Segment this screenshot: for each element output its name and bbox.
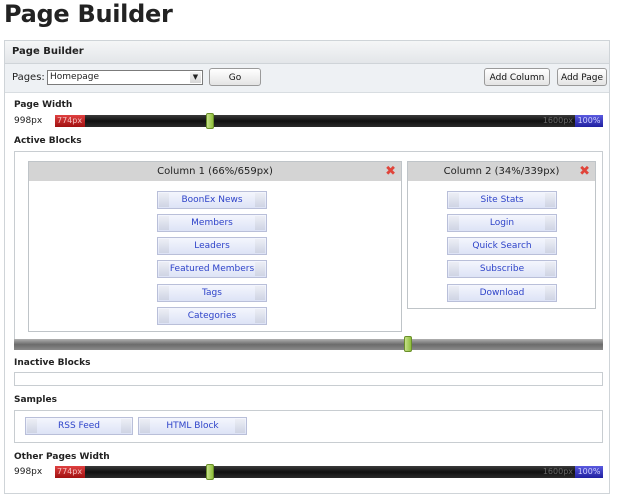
slider-max-pct-label: 100% <box>575 115 603 127</box>
toolbar: Pages: Homepage ▼ Go Add Column Add Page <box>5 64 609 93</box>
close-icon[interactable]: ✖ <box>385 162 396 181</box>
column-1[interactable]: Column 1 (66%/659px) ✖ BoonEx News Membe… <box>28 161 402 332</box>
other-pages-width-slider[interactable]: 774px 1600px 100% <box>55 464 603 480</box>
sample-html-block[interactable]: HTML Block <box>138 417 247 435</box>
column-1-title: Column 1 (66%/659px) <box>157 166 273 177</box>
go-button[interactable]: Go <box>209 68 261 86</box>
block-subscribe[interactable]: Subscribe <box>447 260 557 278</box>
other-pages-width-slider-handle[interactable] <box>206 464 214 480</box>
pages-select[interactable]: Homepage ▼ <box>47 70 203 85</box>
block-site-stats[interactable]: Site Stats <box>447 191 557 209</box>
block-leaders[interactable]: Leaders <box>157 237 267 255</box>
sample-rss-feed[interactable]: RSS Feed <box>25 417 133 435</box>
column-2[interactable]: Column 2 (34%/339px) ✖ Site Stats Login … <box>407 161 596 309</box>
block-login[interactable]: Login <box>447 214 557 232</box>
column-1-header: Column 1 (66%/659px) ✖ <box>29 162 401 181</box>
block-quick-search[interactable]: Quick Search <box>447 237 557 255</box>
page-width-slider-handle[interactable] <box>206 113 214 129</box>
page-width-label: Page Width <box>14 100 73 110</box>
page-width-slider[interactable]: 774px 1600px 100% <box>55 113 603 129</box>
slider-max-px-label: 1600px <box>542 467 573 476</box>
block-featured-members[interactable]: Featured Members <box>157 260 267 278</box>
samples-label: Samples <box>14 395 57 405</box>
column-2-header: Column 2 (34%/339px) ✖ <box>408 162 595 181</box>
column-width-divider[interactable] <box>14 336 603 352</box>
block-download[interactable]: Download <box>447 284 557 302</box>
page-width-value: 998px <box>14 116 43 126</box>
column-2-title: Column 2 (34%/339px) <box>443 166 560 177</box>
other-pages-width-value: 998px <box>14 467 43 477</box>
close-icon[interactable]: ✖ <box>579 162 590 181</box>
add-column-button[interactable]: Add Column <box>484 68 550 86</box>
page-title: Page Builder <box>4 0 173 28</box>
chevron-down-icon[interactable]: ▼ <box>190 72 201 83</box>
pages-label: Pages: <box>12 72 45 83</box>
other-pages-width-label: Other Pages Width <box>14 452 110 462</box>
block-tags[interactable]: Tags <box>157 284 267 302</box>
pages-select-value: Homepage <box>50 72 100 82</box>
add-page-button[interactable]: Add Page <box>557 68 607 86</box>
block-boonex-news[interactable]: BoonEx News <box>157 191 267 209</box>
slider-min-label: 774px <box>55 466 85 478</box>
active-blocks-area: Column 1 (66%/659px) ✖ BoonEx News Membe… <box>14 151 603 345</box>
active-blocks-label: Active Blocks <box>14 136 82 146</box>
block-members[interactable]: Members <box>157 214 267 232</box>
block-categories[interactable]: Categories <box>157 307 267 325</box>
panel-title: Page Builder <box>5 41 609 64</box>
inactive-blocks-label: Inactive Blocks <box>14 358 91 368</box>
column-resize-handle[interactable] <box>404 336 412 352</box>
samples-area: RSS Feed HTML Block <box>14 410 603 443</box>
slider-max-px-label: 1600px <box>542 116 573 125</box>
inactive-blocks-area[interactable] <box>14 372 603 386</box>
slider-max-pct-label: 100% <box>575 466 603 478</box>
slider-min-label: 774px <box>55 115 85 127</box>
